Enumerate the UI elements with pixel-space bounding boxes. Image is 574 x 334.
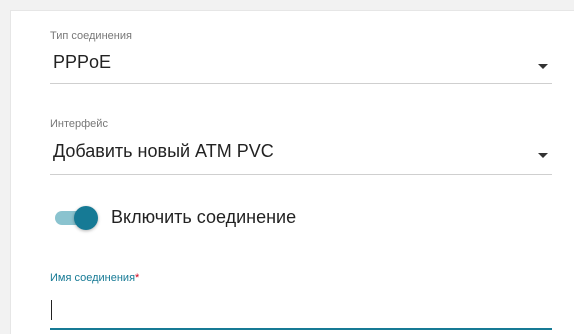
- enable-connection-toggle[interactable]: Включить соединение: [55, 203, 375, 233]
- connection-name-field[interactable]: Имя соединения*: [50, 267, 552, 331]
- text-cursor: [51, 300, 52, 320]
- connection-name-underline: [50, 328, 552, 330]
- toggle-knob[interactable]: [74, 206, 98, 230]
- connection-name-label: Имя соединения*: [50, 272, 139, 284]
- connection-name-input[interactable]: [50, 289, 552, 325]
- connection-type-select[interactable]: Тип соединения PPPoE: [50, 25, 552, 85]
- interface-value[interactable]: Добавить новый ATM PVC: [53, 141, 274, 162]
- connection-name-label-text: Имя соединения: [50, 272, 136, 284]
- connection-settings-panel: Тип соединения PPPoE Интерфейс Добавить …: [10, 10, 574, 334]
- chevron-down-icon[interactable]: [538, 153, 548, 158]
- connection-type-value[interactable]: PPPoE: [53, 52, 111, 73]
- interface-label: Интерфейс: [50, 118, 108, 130]
- required-mark: *: [135, 272, 140, 284]
- enable-connection-label: Включить соединение: [111, 207, 297, 227]
- connection-type-underline: [50, 83, 552, 84]
- interface-select[interactable]: Интерфейс Добавить новый ATM PVC: [50, 115, 552, 175]
- chevron-down-icon[interactable]: [538, 64, 548, 69]
- connection-type-label: Тип соединения: [50, 30, 132, 42]
- interface-underline: [50, 174, 552, 175]
